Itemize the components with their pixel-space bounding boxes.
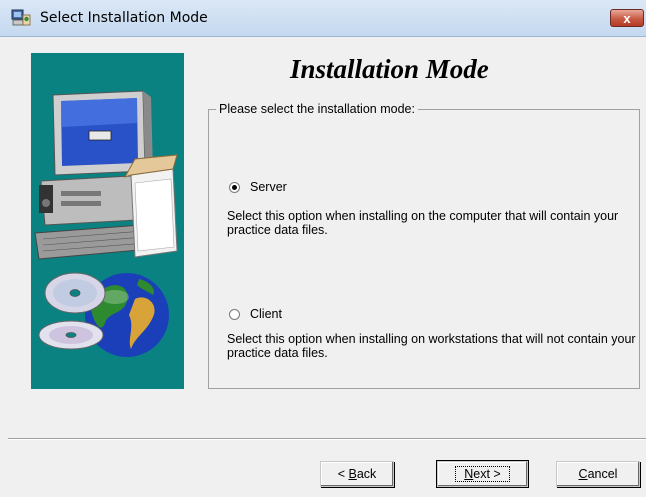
back-button-mnemonic: B xyxy=(348,467,357,481)
back-button-prefix: < xyxy=(337,467,349,481)
group-legend: Please select the installation mode: xyxy=(216,102,418,116)
client-radio[interactable] xyxy=(229,308,240,320)
cancel-button-rest: ancel xyxy=(587,467,618,481)
cancel-button-mnemonic: C xyxy=(578,467,588,481)
setup-app-icon xyxy=(11,9,31,26)
client-description: Select this option when installing on wo… xyxy=(227,332,636,360)
server-option[interactable]: Server xyxy=(229,180,287,194)
close-button[interactable]: x xyxy=(610,9,644,27)
next-button-rest: ext > xyxy=(473,467,501,481)
installer-window: Select Installation Mode x Installation … xyxy=(0,0,646,497)
client-option[interactable]: Client xyxy=(229,307,282,321)
next-button-mnemonic: N xyxy=(464,467,474,481)
server-radio[interactable] xyxy=(229,181,240,193)
footer-separator xyxy=(8,438,646,440)
server-label: Server xyxy=(250,180,287,194)
next-button[interactable]: Next > xyxy=(436,460,529,488)
page-heading: Installation Mode xyxy=(290,54,489,84)
cancel-button[interactable]: Cancel xyxy=(556,461,640,487)
installer-illustration xyxy=(31,53,184,389)
server-description: Select this option when installing on th… xyxy=(227,209,619,237)
client-label: Client xyxy=(250,307,282,321)
computer-and-globe-image xyxy=(34,90,178,357)
window-title: Select Installation Mode xyxy=(40,10,208,26)
back-button-rest: ack xyxy=(356,467,377,481)
back-button[interactable]: < Back xyxy=(320,461,394,487)
next-button-focus-rect: Next > xyxy=(455,466,510,482)
title-bar[interactable]: Select Installation Mode x xyxy=(0,0,646,37)
